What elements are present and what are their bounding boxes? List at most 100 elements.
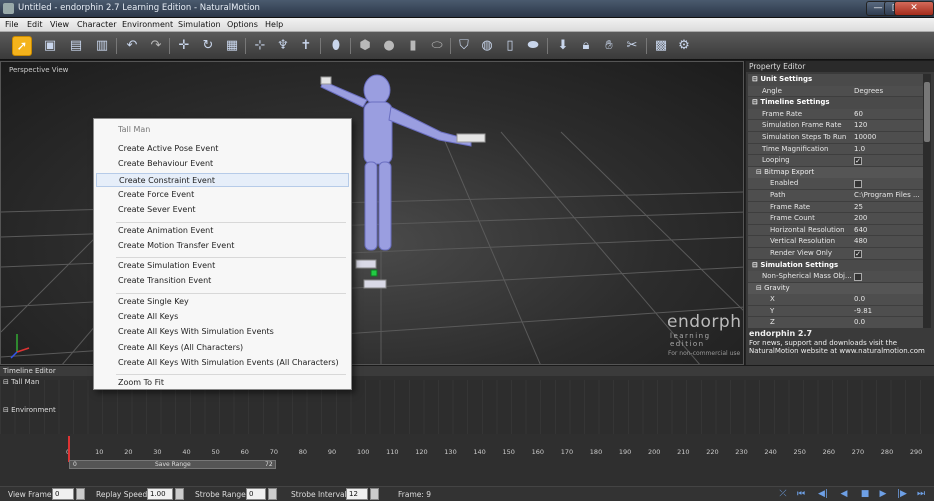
- character-tpose-icon[interactable]: ✝: [296, 36, 316, 56]
- prop-bm-frame-rate[interactable]: Frame Rate 25: [748, 201, 923, 214]
- open-icon[interactable]: ▤: [66, 36, 86, 56]
- menu-edit[interactable]: Edit: [27, 20, 43, 29]
- track-environment[interactable]: ⊟ Environment: [0, 406, 934, 414]
- menu-file[interactable]: File: [5, 20, 18, 29]
- rotate-icon[interactable]: ↻: [198, 36, 218, 56]
- sphere-icon[interactable]: ●: [379, 36, 399, 56]
- section-unit-settings[interactable]: ⊟ Unit Settings: [748, 74, 923, 86]
- save-range-bar[interactable]: 0 Save Range 72: [69, 460, 276, 469]
- render-view-checkbox[interactable]: ✓: [854, 249, 862, 258]
- step-back-icon[interactable]: ◀|: [816, 489, 830, 500]
- context-menu-item[interactable]: Create Behaviour Event: [96, 157, 349, 171]
- context-menu-item[interactable]: Create Motion Transfer Event: [96, 239, 349, 253]
- prop-frame-count[interactable]: Frame Count 200: [748, 213, 923, 225]
- menu-view[interactable]: View: [50, 20, 69, 29]
- prop-looping[interactable]: Looping ✓: [748, 155, 923, 167]
- shield-icon[interactable]: ⛉: [454, 36, 474, 56]
- context-menu-item[interactable]: Create Animation Event: [96, 224, 349, 238]
- strobe-interval-input[interactable]: 12: [346, 488, 368, 500]
- play-reverse-icon[interactable]: ◀: [837, 489, 851, 500]
- property-scrollbar[interactable]: [923, 74, 931, 328]
- section-timeline-settings[interactable]: ⊟ Timeline Settings: [748, 97, 923, 109]
- snapshot-icon[interactable]: ▩: [651, 36, 671, 56]
- prop-sim-steps[interactable]: Simulation Steps To Run 10000: [748, 131, 923, 144]
- section-gravity[interactable]: ⊟ Gravity: [748, 282, 923, 295]
- menu-environment[interactable]: Environment: [122, 20, 173, 29]
- hand-icon[interactable]: ✋︎: [599, 36, 619, 56]
- redo-icon[interactable]: ↷: [146, 36, 166, 56]
- prop-gravity-z[interactable]: Z 0.0: [748, 317, 923, 328]
- menu-character[interactable]: Character: [77, 20, 117, 29]
- lock-icon[interactable]: 🔒︎: [576, 36, 596, 56]
- strobe-range-input[interactable]: 0: [246, 488, 266, 500]
- column-icon[interactable]: ▯: [500, 36, 520, 56]
- timeline-tick-label: 270: [851, 448, 865, 456]
- prop-render-view[interactable]: Render View Only ✓: [748, 247, 923, 260]
- close-button[interactable]: ✕: [894, 1, 934, 16]
- select-tool-icon[interactable]: ➚: [12, 36, 32, 56]
- prop-enabled[interactable]: Enabled: [748, 178, 923, 190]
- undo-icon[interactable]: ↶: [122, 36, 142, 56]
- prop-h-res[interactable]: Horizontal Resolution 640: [748, 224, 923, 237]
- first-frame-icon[interactable]: ⏮: [794, 489, 808, 500]
- prop-path[interactable]: Path C:\Program Files ...: [748, 189, 923, 202]
- globe-icon[interactable]: ◍: [477, 36, 497, 56]
- pill-icon[interactable]: ⬬: [523, 36, 543, 56]
- context-menu-item[interactable]: Create Sever Event: [96, 203, 349, 217]
- prop-gravity-y[interactable]: Y -9.81: [748, 305, 923, 318]
- prop-gravity-x[interactable]: X 0.0: [748, 294, 923, 306]
- character-pose-icon[interactable]: ♆: [273, 36, 293, 56]
- cube-icon[interactable]: ⬢: [355, 36, 375, 56]
- replay-speed-input[interactable]: 1.00: [147, 488, 173, 500]
- context-menu-item[interactable]: Create Active Pose Event: [96, 142, 349, 156]
- step-forward-icon[interactable]: |▶: [895, 489, 909, 500]
- strobe-interval-spinner[interactable]: [370, 488, 379, 500]
- settings-icon[interactable]: ⚙: [674, 36, 694, 56]
- nonspherical-checkbox[interactable]: [854, 273, 862, 282]
- context-menu-item[interactable]: Create All Keys With Simulation Events: [96, 325, 349, 339]
- strobe-range-spinner[interactable]: [268, 488, 277, 500]
- axes-icon[interactable]: ⊹: [250, 36, 270, 56]
- menu-help[interactable]: Help: [265, 20, 283, 29]
- move-icon[interactable]: ✛: [174, 36, 194, 56]
- context-menu-item[interactable]: Create Transition Event: [96, 274, 349, 288]
- menu-options[interactable]: Options: [227, 20, 258, 29]
- enabled-checkbox[interactable]: [854, 180, 862, 189]
- timeline-ruler[interactable]: 0102030405060708090100110120130140150160…: [0, 442, 934, 462]
- sever-icon[interactable]: ✂: [622, 36, 642, 56]
- prop-angle[interactable]: Angle Degrees: [748, 85, 923, 98]
- save-icon[interactable]: ▣: [40, 36, 60, 56]
- context-menu-item[interactable]: Create All Keys (All Characters): [96, 341, 349, 355]
- context-menu-item[interactable]: Create All Keys: [96, 310, 349, 324]
- view-frame-input[interactable]: 0: [52, 488, 74, 500]
- prop-v-res[interactable]: Vertical Resolution 480: [748, 236, 923, 248]
- context-menu-item[interactable]: Create All Keys With Simulation Events (…: [96, 356, 349, 370]
- export-icon[interactable]: ▥: [92, 36, 112, 56]
- context-menu-item[interactable]: Zoom To Fit: [96, 376, 349, 390]
- context-menu-item[interactable]: Create Simulation Event: [96, 259, 349, 273]
- stop-icon[interactable]: ■: [858, 489, 872, 500]
- force-icon[interactable]: ⬇: [553, 36, 573, 56]
- capsule-icon[interactable]: ⬭: [427, 36, 447, 56]
- section-bitmap-export[interactable]: ⊟ Bitmap Export: [748, 166, 923, 179]
- play-icon[interactable]: ▶: [876, 489, 890, 500]
- context-menu: Tall Man Create Active Pose Event Create …: [93, 118, 352, 390]
- context-menu-item[interactable]: Create Single Key: [96, 295, 349, 309]
- prop-nonspherical[interactable]: Non-Spherical Mass Obj...: [748, 271, 923, 283]
- looping-checkbox[interactable]: ✓: [854, 157, 862, 166]
- context-menu-item[interactable]: Create Constraint Event: [96, 172, 349, 187]
- replay-speed-spinner[interactable]: [175, 488, 184, 500]
- view-frame-spinner[interactable]: [76, 488, 85, 500]
- context-menu-item[interactable]: Create Force Event: [96, 188, 349, 202]
- playhead[interactable]: [68, 436, 70, 462]
- prop-frame-rate[interactable]: Frame Rate 60: [748, 108, 923, 121]
- loop-icon[interactable]: ⤫: [776, 489, 790, 500]
- character-icon[interactable]: ⬮: [326, 36, 346, 56]
- prop-sim-frame-rate[interactable]: Simulation Frame Rate 120: [748, 120, 923, 132]
- image-icon[interactable]: ▦: [222, 36, 242, 56]
- section-simulation-settings[interactable]: ⊟ Simulation Settings: [748, 259, 923, 272]
- menu-simulation[interactable]: Simulation: [178, 20, 221, 29]
- cylinder-icon[interactable]: ▮: [403, 36, 423, 56]
- prop-time-mag[interactable]: Time Magnification 1.0: [748, 143, 923, 156]
- last-frame-icon[interactable]: ⏭: [914, 489, 928, 500]
